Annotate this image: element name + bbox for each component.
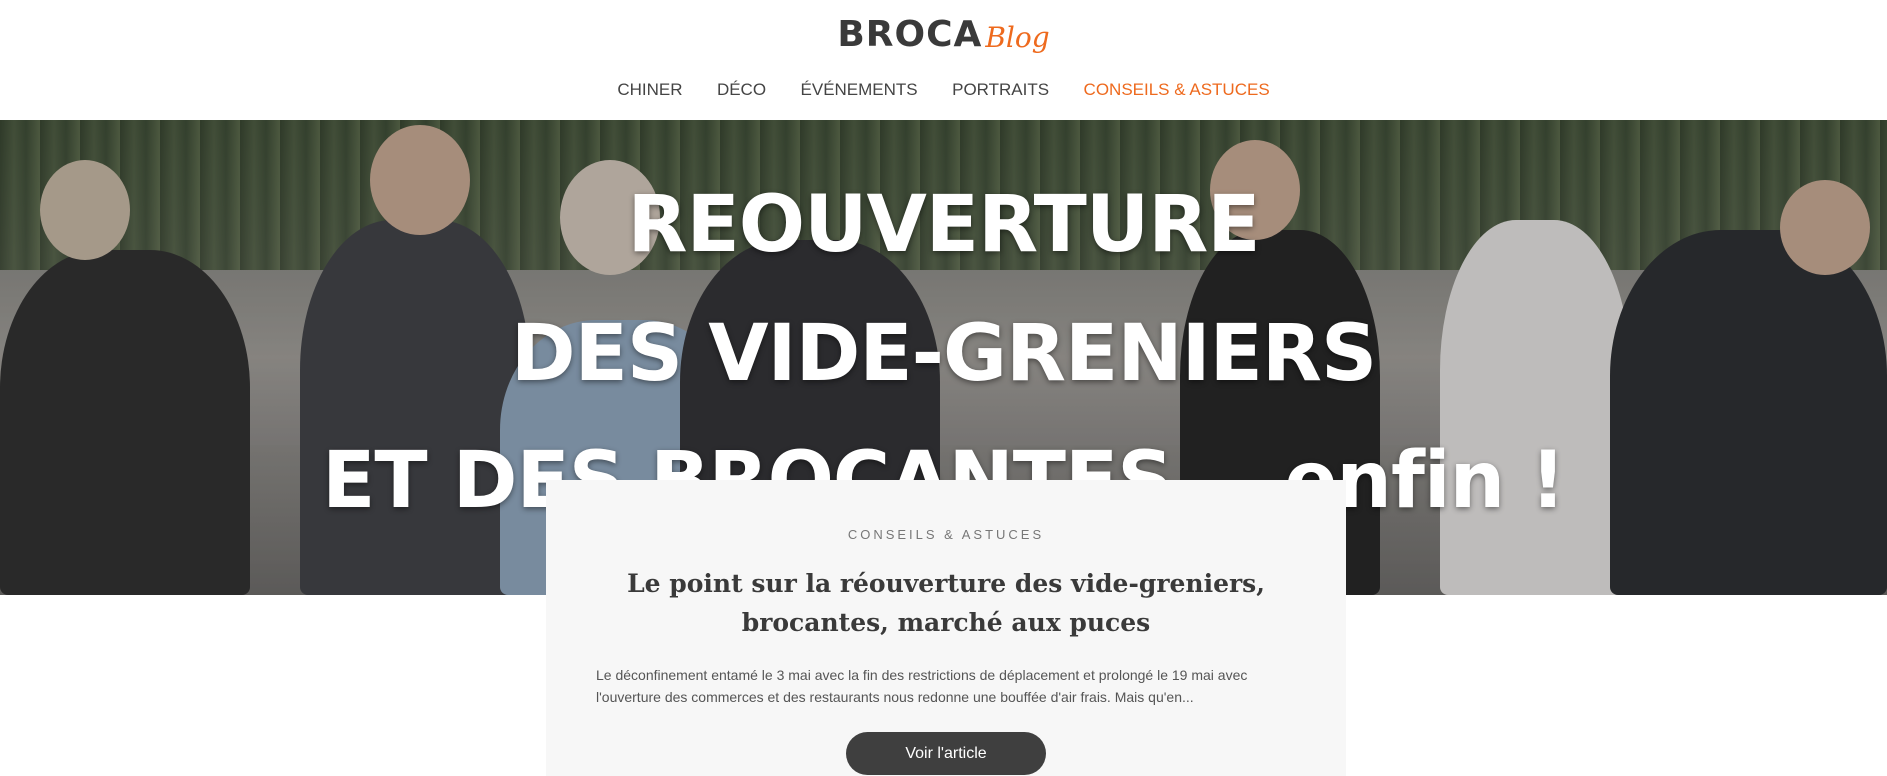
read-article-button[interactable]: Voir l'article [846,732,1046,775]
hero-title-line-2: DES VIDE-GRENIERS [510,309,1377,399]
nav-item-chiner[interactable]: CHINER [617,80,682,100]
nav-item-portraits[interactable]: PORTRAITS [952,80,1049,100]
nav-item-conseils-astuces[interactable]: CONSEILS & ASTUCES [1084,80,1270,100]
article-title[interactable]: Le point sur la réouverture des vide-gre… [596,564,1296,642]
logo-wordmark: BROCA [837,14,983,55]
hero-title-line-1: REOUVERTURE [627,180,1260,270]
featured-article-card: CONSEILS & ASTUCES Le point sur la réouv… [546,480,1346,776]
article-category[interactable]: CONSEILS & ASTUCES [546,527,1346,542]
nav-item-evenements[interactable]: ÉVÉNEMENTS [801,80,918,100]
site-logo[interactable]: BROCA Blog [0,14,1887,60]
logo-script: Blog [985,21,1050,54]
main-nav: CHINER DÉCO ÉVÉNEMENTS PORTRAITS CONSEIL… [0,80,1887,100]
nav-item-deco[interactable]: DÉCO [717,80,766,100]
article-excerpt: Le déconfinement entamé le 3 mai avec la… [596,667,1248,705]
